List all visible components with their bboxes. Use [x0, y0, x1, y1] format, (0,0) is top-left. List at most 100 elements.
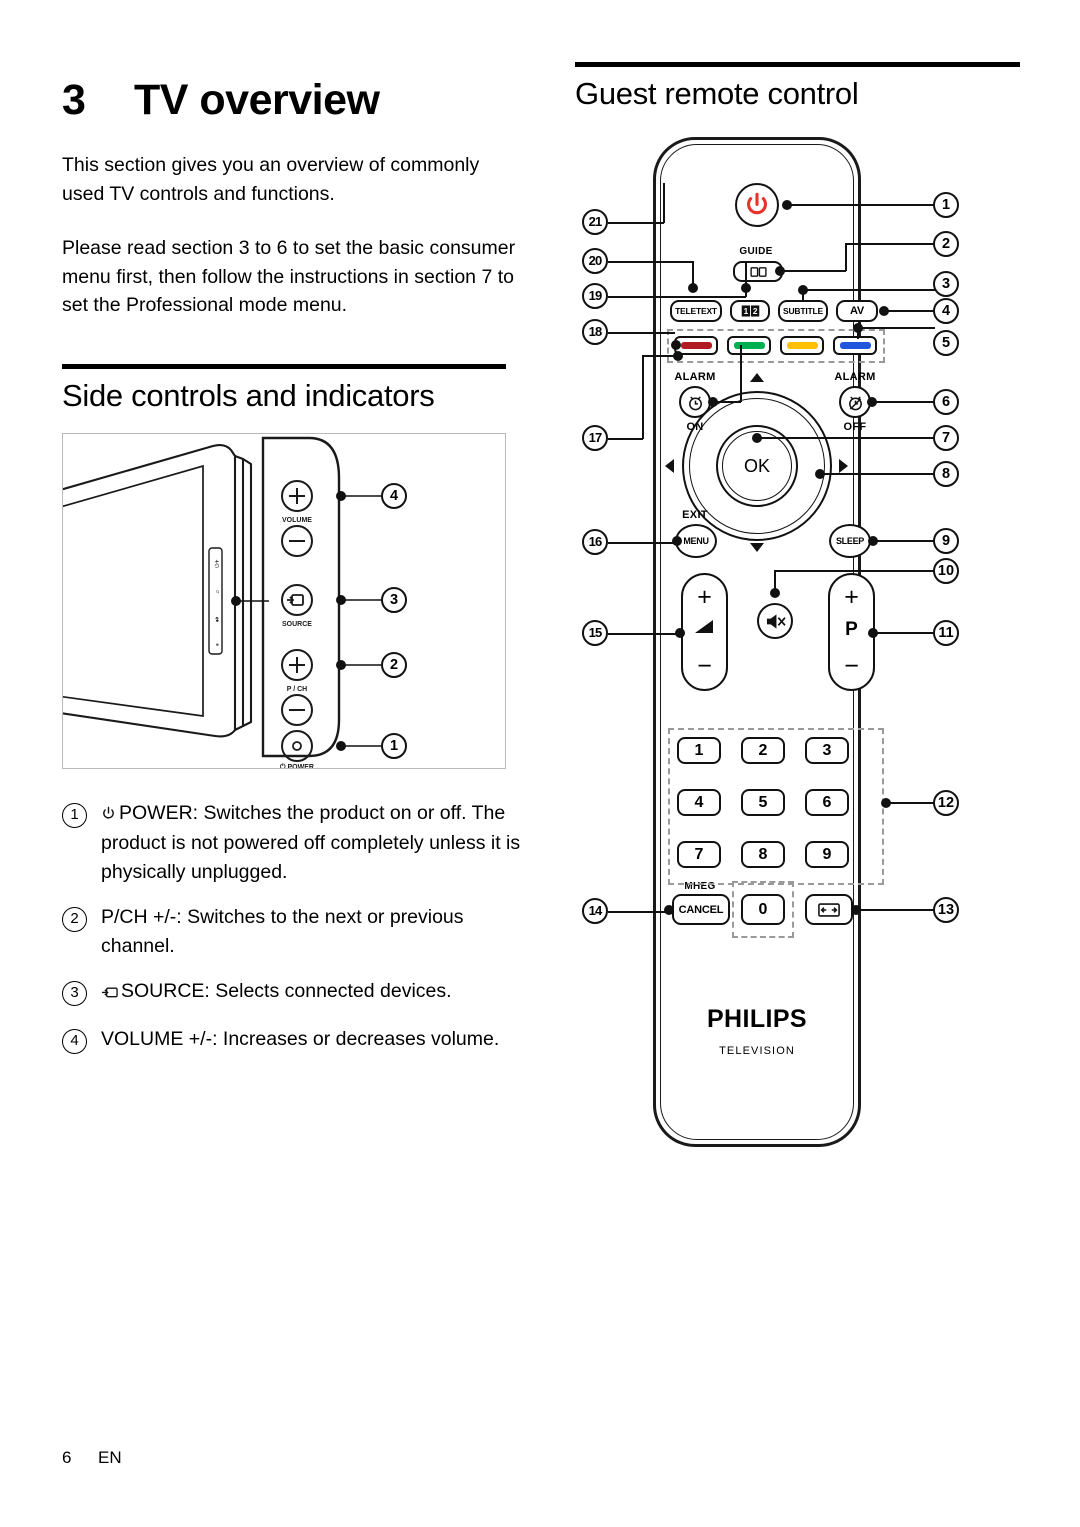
remote-callout-10: 10: [933, 558, 959, 584]
dual-screen-button[interactable]: 1 2: [730, 300, 770, 322]
leader-line-6: [872, 401, 935, 403]
list-item: 1 POWER: Switches the product on or off.…: [62, 799, 522, 887]
remote-callout-14: 14: [582, 898, 608, 924]
figure-callout-4: 4: [381, 482, 407, 509]
cancel-button[interactable]: CANCEL: [672, 894, 730, 925]
figure-callout-1: 1: [381, 732, 407, 759]
leader-line-alarm-on-b: [740, 345, 742, 402]
numeric-keypad-group: [668, 728, 884, 885]
teletext-button[interactable]: TELETEXT: [670, 300, 722, 322]
leader-line-14: [608, 911, 666, 913]
book-icon: [749, 266, 767, 277]
remote-callout-9: 9: [933, 528, 959, 554]
picture-format-icon: [818, 902, 840, 917]
remote-callout-17: 17: [582, 425, 608, 451]
svg-text:VOLUME: VOLUME: [282, 517, 312, 524]
leader-line-8: [820, 473, 935, 475]
subtitle-label: SUBTITLE: [783, 306, 823, 316]
zero-key-group: [732, 881, 794, 938]
sleep-button[interactable]: SLEEP: [829, 524, 871, 558]
teletext-label: TELETEXT: [675, 306, 717, 316]
list-item-text: VOLUME +/-: Increases or decreases volum…: [101, 1027, 500, 1050]
remote-callout-20: 20: [582, 248, 608, 274]
remote-callout-5: 5: [933, 330, 959, 356]
side-controls-list: 1 POWER: Switches the product on or off.…: [62, 799, 522, 1054]
alarm-on-top-label: ALARM: [674, 371, 716, 383]
footer-page-number: 6: [62, 1448, 72, 1467]
leader-dot-10: [770, 588, 780, 598]
leader-line-17b: [642, 355, 644, 439]
leader-dot-1: [782, 200, 792, 210]
picture-format-button[interactable]: [805, 894, 853, 925]
remote-callout-15: 15: [582, 620, 608, 646]
subtitle-button[interactable]: SUBTITLE: [778, 300, 828, 322]
nav-down-icon[interactable]: [750, 543, 764, 552]
leader-line-19a: [608, 296, 746, 298]
av-button[interactable]: AV: [836, 300, 878, 322]
intro-paragraph-1: This section gives you an overview of co…: [62, 154, 480, 205]
page-footer: 6 EN: [62, 1448, 122, 1468]
leader-line-20a: [608, 261, 693, 263]
volume-icon: [683, 619, 726, 641]
list-item-number: 3: [62, 981, 87, 1006]
mute-button[interactable]: [757, 603, 793, 639]
nav-up-icon[interactable]: [750, 373, 764, 382]
svg-text:♫: ♫: [215, 589, 221, 593]
svg-text:⏸: ⏸: [215, 643, 221, 646]
power-icon: [747, 192, 767, 215]
program-plus[interactable]: +: [830, 585, 873, 610]
tv-side-panel-illustration: ⏻✈ ♫ ⏺⏵ ⏸ VOLUME SOURCE P / CH ⏻ POWER: [52, 436, 381, 771]
leader-dot-14: [664, 905, 674, 915]
leader-line-17c: [642, 355, 677, 357]
alarm-off-top-label: ALARM: [834, 371, 876, 383]
nav-left-icon[interactable]: [665, 459, 674, 473]
list-item-text: POWER: Switches the product on or off. T…: [101, 801, 521, 883]
leader-line-3b: [802, 289, 935, 291]
leader-line-2a: [780, 270, 846, 272]
alarm-clock-off-icon: [848, 395, 862, 410]
remote-callout-21: 21: [582, 209, 608, 235]
nav-right-icon[interactable]: [839, 459, 848, 473]
volume-plus[interactable]: +: [683, 585, 726, 610]
leader-dot-12: [881, 798, 891, 808]
side-controls-figure: ⏻✈ ♫ ⏺⏵ ⏸ VOLUME SOURCE P / CH ⏻ POWER 4…: [52, 432, 506, 771]
leader-dot-4: [879, 306, 889, 316]
guide-label: GUIDE: [739, 246, 773, 257]
chapter-title-text: TV overview: [134, 76, 380, 124]
leader-line-1: [787, 204, 935, 206]
program-minus[interactable]: −: [830, 654, 873, 679]
leader-dot-19: [741, 283, 751, 293]
intro-paragraph-2: Please read section 3 to 6 to set the ba…: [62, 237, 516, 316]
leader-line-2b: [845, 243, 847, 271]
power-icon: [101, 801, 116, 830]
power-button[interactable]: [735, 183, 779, 227]
left-column: 3 TV overview This section gives you an o…: [52, 0, 522, 1071]
brand-logo: PHILIPS: [706, 1005, 808, 1033]
list-item-number: 1: [62, 802, 87, 828]
remote-callout-19: 19: [582, 283, 608, 309]
leader-line-2c: [845, 243, 935, 245]
remote-heading: Guest remote control: [575, 76, 859, 111]
svg-text:⏺⏵: ⏺⏵: [215, 616, 221, 622]
leader-dot-3: [798, 285, 808, 295]
leader-dot-6: [867, 397, 877, 407]
av-label: AV: [849, 305, 865, 317]
leader-dot-20: [688, 283, 698, 293]
remote-control-diagram: 1 GUIDE 2 TELETEXT 1 2 SUBTITLE AV 3 4 2…: [575, 133, 1020, 1198]
chapter-number: 3: [62, 76, 86, 124]
exit-label: EXIT: [682, 509, 708, 521]
volume-rocker[interactable]: + −: [681, 573, 728, 691]
leader-dot-16: [672, 536, 682, 546]
cancel-label: CANCEL: [678, 903, 724, 916]
svg-text:SOURCE: SOURCE: [282, 621, 312, 628]
leader-line-10a: [774, 570, 776, 590]
manual-page: 3 TV overview This section gives you an o…: [0, 0, 1080, 1527]
leader-dot-5: [853, 323, 863, 333]
volume-minus[interactable]: −: [683, 654, 726, 679]
leader-dot-15: [675, 628, 685, 638]
leader-dot-7: [752, 433, 762, 443]
page-title: 3 TV overview: [62, 0, 522, 125]
mute-icon: [766, 613, 786, 629]
list-item-number: 2: [62, 907, 87, 932]
leader-dot-11: [868, 628, 878, 638]
